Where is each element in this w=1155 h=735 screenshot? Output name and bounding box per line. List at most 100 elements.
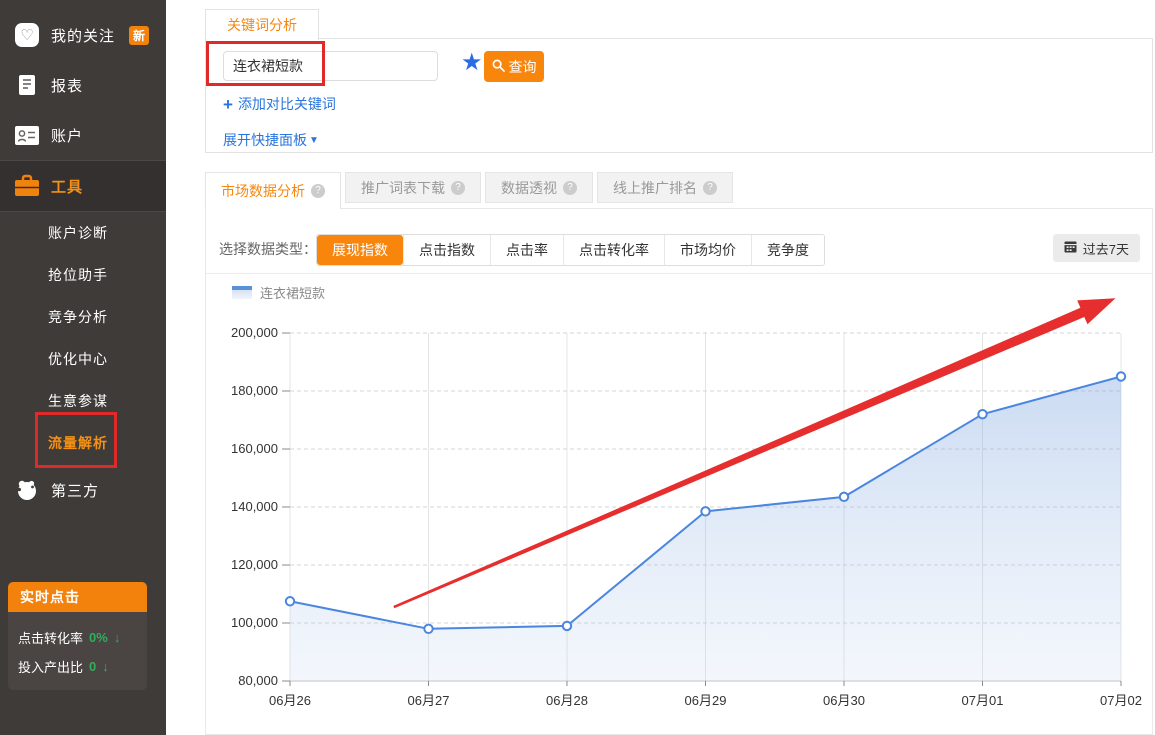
y-axis-label: 180,000 <box>231 383 278 398</box>
date-range-button[interactable]: 过去7天 <box>1053 234 1140 262</box>
data-point <box>563 622 571 630</box>
analysis-tabs: 市场数据分析 推广词表下载 数据透视 线上推广排名 <box>205 172 733 209</box>
query-button-label: 查询 <box>509 57 537 77</box>
sidebar-item-我的关注[interactable]: ♡ 我的关注新 <box>0 10 166 60</box>
market-data-panel: 选择数据类型： 展现指数点击指数点击率点击转化率市场均价竞争度 过去7天 连衣裙… <box>205 208 1153 735</box>
date-range-label: 过去7天 <box>1083 239 1129 258</box>
x-axis-label: 06月29 <box>685 693 727 708</box>
sidebar-tool-submenu: 账户诊断抢位助手竞争分析优化中心生意参谋流量解析 <box>0 212 166 464</box>
data-type-button-点击率[interactable]: 点击率 <box>490 235 563 265</box>
data-type-label: 选择数据类型： <box>219 234 317 264</box>
tab-label: 市场数据分析 <box>221 181 305 201</box>
expand-quick-panel-label: 展开快捷面板 <box>223 130 307 150</box>
star-icon[interactable]: ★ <box>461 47 483 78</box>
sidebar-subitem-流量解析[interactable]: 流量解析 <box>0 422 166 464</box>
legend-series-label: 连衣裙短款 <box>260 283 325 302</box>
x-axis-label: 07月01 <box>962 693 1004 708</box>
chevron-down-icon <box>309 135 319 146</box>
legend-swatch-icon <box>232 286 252 299</box>
blob-icon <box>14 479 40 501</box>
expand-quick-panel-link[interactable]: 展开快捷面板 <box>223 130 319 150</box>
account-card-icon <box>14 126 40 145</box>
realtime-metric-label: 点击转化率 <box>18 628 83 647</box>
chart-legend: 连衣裙短款 <box>232 283 325 302</box>
y-axis-label: 100,000 <box>231 615 278 630</box>
sidebar-item-label: 第三方 <box>51 480 99 501</box>
sidebar: ♡ 我的关注新报表账户工具 账户诊断抢位助手竞争分析优化中心生意参谋流量解析 第三… <box>0 0 166 735</box>
y-axis-label: 120,000 <box>231 557 278 572</box>
magnifier-icon <box>492 59 505 75</box>
data-point <box>1117 372 1125 380</box>
data-type-button-竞争度[interactable]: 竞争度 <box>751 235 824 265</box>
data-point <box>424 625 432 633</box>
y-axis-label: 160,000 <box>231 441 278 456</box>
impression-index-chart: 200,000 180,000 160,000 140,000 120,000 100,0… <box>206 281 1152 721</box>
realtime-metric-value: 0% <box>89 630 108 645</box>
data-type-button-点击指数[interactable]: 点击指数 <box>403 235 490 265</box>
arrow-down-icon: ↓ <box>102 659 109 674</box>
report-icon <box>14 74 40 96</box>
data-type-button-点击转化率[interactable]: 点击转化率 <box>563 235 664 265</box>
tab-label: 数据透视 <box>501 178 557 198</box>
x-axis-label: 07月02 <box>1100 693 1142 708</box>
tab-keyword-analysis[interactable]: 关键词分析 <box>205 9 319 40</box>
keyword-input[interactable] <box>223 51 438 81</box>
help-icon[interactable] <box>563 181 577 195</box>
add-compare-keyword-link[interactable]: 添加对比关键词 <box>223 94 336 114</box>
help-icon[interactable] <box>703 181 717 195</box>
sidebar-subitem-竞争分析[interactable]: 竞争分析 <box>0 296 166 338</box>
x-axis-label: 06月28 <box>546 693 588 708</box>
data-point <box>286 597 294 605</box>
sidebar-subitem-抢位助手[interactable]: 抢位助手 <box>0 254 166 296</box>
x-axis-label: 06月30 <box>823 693 865 708</box>
app-window: ♡ 我的关注新报表账户工具 账户诊断抢位助手竞争分析优化中心生意参谋流量解析 第三… <box>0 0 1155 735</box>
new-badge: 新 <box>129 26 149 45</box>
y-axis-label: 200,000 <box>231 325 278 340</box>
plus-icon <box>223 96 233 113</box>
tab-市场数据分析[interactable]: 市场数据分析 <box>205 172 341 209</box>
data-type-button-市场均价[interactable]: 市场均价 <box>664 235 751 265</box>
sidebar-item-账户[interactable]: 账户 <box>0 110 166 160</box>
data-type-button-展现指数[interactable]: 展现指数 <box>317 235 403 265</box>
realtime-panel-body: 点击转化率 0% ↓ 投入产出比 0 ↓ <box>8 612 147 690</box>
sidebar-main-menu: ♡ 我的关注新报表账户工具 <box>0 10 166 212</box>
data-point <box>978 410 986 418</box>
sidebar-bottom-item: 第三方 <box>0 464 166 516</box>
tab-label: 线上推广排名 <box>613 178 697 198</box>
y-axis-label: 140,000 <box>231 499 278 514</box>
sidebar-item-工具[interactable]: 工具 <box>0 160 166 212</box>
x-axis-label: 06月27 <box>408 693 450 708</box>
sidebar-item-label: 报表 <box>51 75 83 96</box>
data-point <box>701 507 709 515</box>
arrow-down-icon: ↓ <box>114 630 121 645</box>
sidebar-subitem-优化中心[interactable]: 优化中心 <box>0 338 166 380</box>
tab-线上推广排名[interactable]: 线上推广排名 <box>597 172 733 203</box>
sidebar-item-第三方[interactable]: 第三方 <box>0 464 166 516</box>
help-icon[interactable] <box>311 184 325 198</box>
sidebar-subitem-账户诊断[interactable]: 账户诊断 <box>0 212 166 254</box>
y-axis-label: 80,000 <box>238 673 278 688</box>
data-type-bar: 选择数据类型： 展现指数点击指数点击率点击转化率市场均价竞争度 过去7天 <box>206 209 1152 274</box>
realtime-metric-row: 点击转化率 0% ↓ <box>18 628 137 647</box>
realtime-metric-row: 投入产出比 0 ↓ <box>18 657 137 676</box>
data-type-button-group: 展现指数点击指数点击率点击转化率市场均价竞争度 <box>316 234 825 266</box>
query-button[interactable]: 查询 <box>484 51 544 82</box>
sidebar-item-报表[interactable]: 报表 <box>0 60 166 110</box>
realtime-panel-title: 实时点击 <box>8 582 147 612</box>
x-axis-label: 06月26 <box>269 693 311 708</box>
sidebar-item-label: 我的关注 <box>51 25 115 46</box>
heart-icon: ♡ <box>14 23 40 47</box>
realtime-metric-label: 投入产出比 <box>18 657 83 676</box>
realtime-click-panel: 实时点击 点击转化率 0% ↓ 投入产出比 0 ↓ <box>8 582 147 690</box>
tab-数据透视[interactable]: 数据透视 <box>485 172 593 203</box>
help-icon[interactable] <box>451 181 465 195</box>
briefcase-icon <box>14 174 40 198</box>
sidebar-item-label: 工具 <box>51 176 83 197</box>
realtime-metric-value: 0 <box>89 659 96 674</box>
data-point <box>840 493 848 501</box>
sidebar-subitem-生意参谋[interactable]: 生意参谋 <box>0 380 166 422</box>
tab-推广词表下载[interactable]: 推广词表下载 <box>345 172 481 203</box>
sidebar-item-label: 账户 <box>51 125 83 146</box>
keyword-query-panel: ★ 查询 添加对比关键词 展开快捷面板 <box>205 38 1153 153</box>
tab-label: 推广词表下载 <box>361 178 445 198</box>
